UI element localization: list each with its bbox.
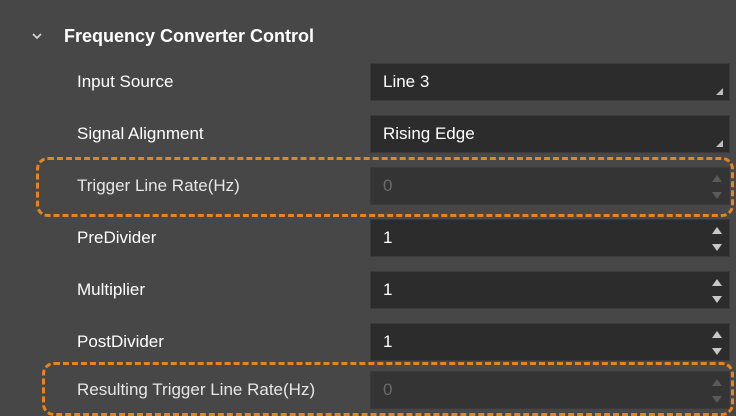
property-row-resulting-trigger-line-rate: Resulting Trigger Line Rate(Hz) 0 <box>0 364 736 416</box>
property-row-multiplier: Multiplier 1 <box>0 264 736 316</box>
property-label: Multiplier <box>77 280 146 299</box>
property-row-input-source: Input Source Line 3 <box>0 56 736 108</box>
spin-buttons <box>711 377 723 405</box>
property-label: Resulting Trigger Line Rate(Hz) <box>77 380 316 399</box>
spin-up-icon[interactable] <box>711 225 723 235</box>
postdivider-spinbox[interactable]: 1 <box>370 323 730 361</box>
spin-buttons[interactable] <box>711 277 723 305</box>
trigger-line-rate-spinbox: 0 <box>370 167 730 205</box>
spin-down-icon[interactable] <box>711 243 723 253</box>
multiplier-spinbox[interactable]: 1 <box>370 271 730 309</box>
input-source-select[interactable]: Line 3 <box>370 63 730 101</box>
property-label: Input Source <box>77 72 174 91</box>
spin-down-icon <box>712 192 722 199</box>
properties-panel: Frequency Converter Control Input Source… <box>0 0 736 416</box>
field-value: 1 <box>383 280 393 299</box>
chevron-down-icon[interactable] <box>30 29 44 43</box>
property-label: Trigger Line Rate(Hz) <box>77 176 240 195</box>
signal-alignment-select[interactable]: Rising Edge <box>370 115 730 153</box>
spin-down-icon[interactable] <box>711 347 723 357</box>
property-label: PreDivider <box>77 228 157 247</box>
property-label: Signal Alignment <box>77 124 204 143</box>
property-row-trigger-line-rate: Trigger Line Rate(Hz) 0 <box>0 160 736 212</box>
section-header-frequency-converter[interactable]: Frequency Converter Control <box>0 16 736 56</box>
section-title: Frequency Converter Control <box>64 25 315 46</box>
spin-buttons <box>711 173 723 201</box>
predivider-spinbox[interactable]: 1 <box>370 219 730 257</box>
spin-up-icon <box>712 175 722 182</box>
spin-up-icon <box>712 379 722 386</box>
field-value: 0 <box>383 176 393 195</box>
property-row-postdivider: PostDivider 1 <box>0 316 736 368</box>
dropdown-corner-icon <box>716 140 723 147</box>
spin-up-icon[interactable] <box>711 277 723 287</box>
property-row-signal-alignment: Signal Alignment Rising Edge <box>0 108 736 160</box>
field-value: 0 <box>383 380 393 399</box>
spin-down-icon[interactable] <box>711 295 723 305</box>
dropdown-corner-icon <box>716 88 723 95</box>
spin-up-icon[interactable] <box>711 329 723 339</box>
property-label: PostDivider <box>77 332 164 351</box>
field-value: Rising Edge <box>383 124 475 143</box>
resulting-trigger-line-rate-spinbox: 0 <box>370 371 730 409</box>
field-value: 1 <box>383 332 393 351</box>
spin-down-icon <box>712 396 722 403</box>
spin-buttons[interactable] <box>711 329 723 357</box>
field-value: 1 <box>383 228 393 247</box>
field-value: Line 3 <box>383 72 430 91</box>
property-row-predivider: PreDivider 1 <box>0 212 736 264</box>
spin-buttons[interactable] <box>711 225 723 253</box>
